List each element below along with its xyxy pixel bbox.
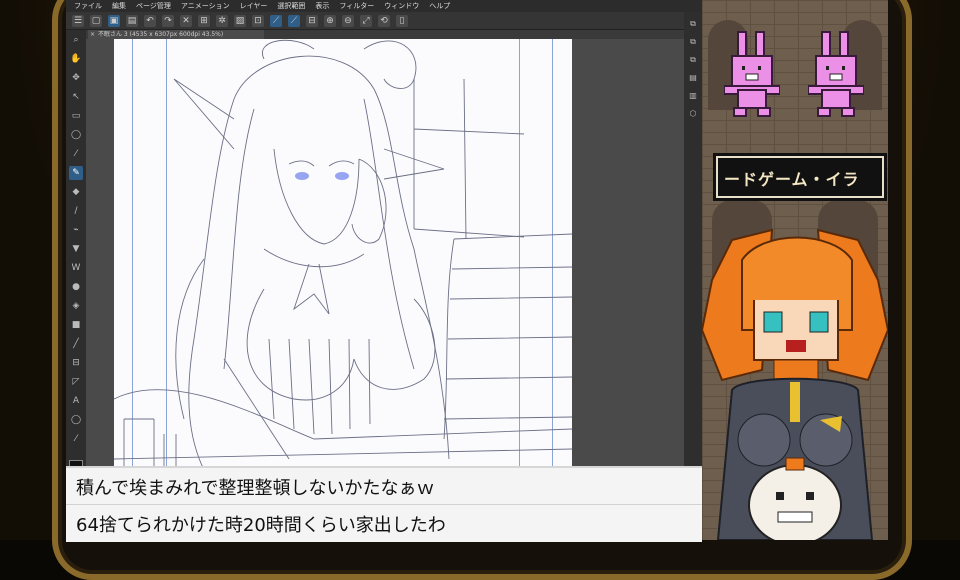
right-side-bar: ⧉ ⧉ ⧉ ▤ ▥ ⬡ [684,12,702,470]
subtitle-divider [66,504,702,505]
rotate-icon[interactable]: ⟲ [378,14,390,27]
menu-page[interactable]: ページ管理 [136,1,171,11]
menu-filter[interactable]: フィルター [339,1,374,11]
frame-icon[interactable]: ⊟ [69,356,83,370]
subtitle-line-2: 64捨てられかけた時20時間くらい家出したわ [76,515,446,536]
select-all-icon[interactable]: ⊡ [252,14,264,27]
zoom-icon[interactable]: ⌕ [69,33,83,47]
save-icon[interactable]: ▤ [126,14,138,27]
subtitle-box: 積んで埃まみれで整理整頓しないかたなぁｗ 64捨てられかけた時20時間くらい家出… [66,466,702,542]
menu-animation[interactable]: アニメーション [181,1,230,11]
open-icon[interactable]: ▣ [108,14,120,27]
tool-palette: ⌕ ✋ ✥ ↖ ▭ ◯ ⁄ ✎ ◆ ∕ ⌁ ▼ W ● ◈ ■ ╱ ⊟ ◸ A … [66,30,86,470]
device-icon[interactable]: ▯ [396,14,408,27]
menu-file[interactable]: ファイル [74,1,102,11]
close-icon[interactable]: × [90,30,95,39]
rotate-tool-icon[interactable]: ✥ [69,71,83,85]
channel-banner-text: ードゲーム・イラ [724,170,860,189]
fill-icon[interactable]: ▨ [234,14,246,27]
document-tab[interactable]: × 不眠さん 3 (4535 x 6307px 600dpi 43.5%) [88,30,264,39]
property-icon[interactable]: ▤ [687,72,699,84]
menu-window[interactable]: ウィンドウ [384,1,419,11]
redo-icon[interactable]: ↷ [162,14,174,27]
settings-icon[interactable]: ✲ [216,14,228,27]
menu-edit[interactable]: 編集 [112,1,126,11]
bucket-icon[interactable]: ◈ [69,299,83,313]
ruler-icon[interactable]: ◸ [69,375,83,389]
streamer-overlay-panel: ードゲーム・イラ [702,0,888,540]
ruler-snap-icon[interactable]: ⟋ [270,14,282,27]
menu-help[interactable]: ヘルプ [429,1,450,11]
canvas-area[interactable] [86,39,684,470]
brush-icon[interactable]: ∕ [69,204,83,218]
bunny-icon [808,31,864,117]
eraser-icon[interactable]: ◆ [69,185,83,199]
grid-icon[interactable]: ⊟ [306,14,318,27]
clear-icon[interactable]: ✕ [180,14,192,27]
line-art-illustration [114,39,572,470]
document-tab-title: 不眠さん 3 (4535 x 6307px 600dpi 43.5%) [98,31,224,38]
balloon-icon[interactable]: ◯ [69,413,83,427]
move-icon[interactable]: ↖ [69,90,83,104]
clip-studio-window: ファイル 編集 ページ管理 アニメーション レイヤー 選択範囲 表示 フィルター… [66,0,702,470]
blend-icon[interactable]: ● [69,280,83,294]
layer-icon[interactable]: ⧉ [687,18,699,30]
hand-icon[interactable]: ✋ [69,52,83,66]
undo-icon[interactable]: ↶ [144,14,156,27]
pen-icon[interactable]: ✎ [69,166,83,180]
bunny-icon [724,31,780,117]
menu-icon[interactable]: ☰ [72,14,84,27]
3d-icon[interactable]: ⬡ [687,108,699,120]
menu-view[interactable]: 表示 [315,1,329,11]
menu-layer[interactable]: レイヤー [240,1,268,11]
lasso-icon[interactable]: ◯ [69,128,83,142]
text-icon[interactable]: A [69,394,83,408]
history-icon[interactable]: ▥ [687,90,699,102]
decoration-icon[interactable]: W [69,261,83,275]
new-icon[interactable]: ▢ [90,14,102,27]
correct-line-icon[interactable]: ⁄ [69,432,83,446]
menu-selection[interactable]: 選択範囲 [277,1,305,11]
navigator-icon[interactable]: ⧉ [687,54,699,66]
guide-snap-icon[interactable]: ⟋ [288,14,300,27]
fill-tool-icon[interactable]: ▼ [69,242,83,256]
subtitle-line-1: 積んで埃まみれで整理整頓しないかたなぁｗ [76,478,435,499]
select-icon[interactable]: ▭ [69,109,83,123]
line-icon[interactable]: ╱ [69,337,83,351]
eyedropper-icon[interactable]: ⁄ [69,147,83,161]
transform-icon[interactable]: ⊞ [198,14,210,27]
material-icon[interactable]: ⧉ [687,36,699,48]
zoom-out-icon[interactable]: ⊖ [342,14,354,27]
channel-banner: ードゲーム・イラ [716,156,884,198]
menu-bar: ファイル 編集 ページ管理 アニメーション レイヤー 選択範囲 表示 フィルター… [66,0,702,12]
gradient-icon[interactable]: ■ [69,318,83,332]
zoom-in-icon[interactable]: ⊕ [324,14,336,27]
fit-icon[interactable]: ⤢ [360,14,372,27]
pixel-character-avatar [702,228,888,540]
airbrush-icon[interactable]: ⌁ [69,223,83,237]
canvas-paper[interactable] [114,39,572,470]
command-bar: ☰ ▢ ▣ ▤ ↶ ↷ ✕ ⊞ ✲ ▨ ⊡ ⟋ ⟋ ⊟ ⊕ ⊖ ⤢ ⟲ ▯ [66,12,702,30]
